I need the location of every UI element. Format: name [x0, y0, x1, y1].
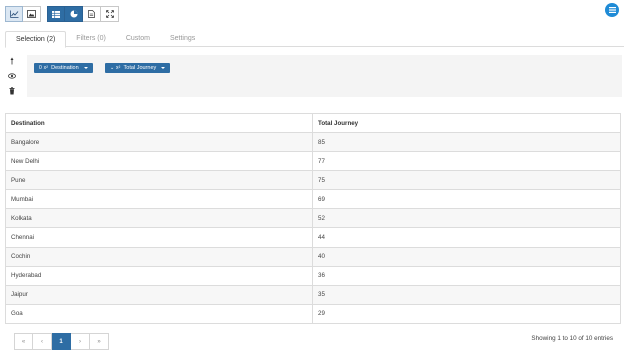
chip-destination-label: Destination: [51, 65, 79, 71]
table-row: New Delhi 77: [5, 151, 621, 172]
chevron-down-icon: [161, 67, 166, 69]
page-1-button[interactable]: 1: [52, 333, 71, 350]
table-view-button[interactable]: [47, 6, 65, 22]
data-table: Destination Total Journey Bangalore 85 Ne…: [5, 113, 621, 324]
chip-total-journey-label: Total Journey: [123, 65, 157, 71]
chip-destination[interactable]: 0 x² Destination: [34, 63, 93, 73]
toolbar: [5, 6, 119, 22]
cell-total-journey: 44: [312, 227, 621, 248]
document-icon: [88, 10, 95, 18]
chip-total-journey[interactable]: ⌄ x² Total Journey: [105, 63, 171, 73]
cell-destination: Mumbai: [5, 189, 313, 210]
pie-chart-icon: [70, 10, 77, 18]
table-icon: [52, 10, 60, 18]
menu-button[interactable]: [605, 3, 619, 17]
selection-actions: [8, 57, 16, 95]
tab-filters[interactable]: Filters (0): [66, 31, 116, 47]
pin-icon[interactable]: [8, 57, 16, 65]
table-row: Pune 75: [5, 170, 621, 191]
prev-page-button[interactable]: ‹: [33, 333, 52, 350]
image-icon: [27, 10, 36, 18]
cell-destination: New Delhi: [5, 151, 313, 172]
pagination: « ‹ 1 › »: [14, 333, 109, 350]
table-header-row: Destination Total Journey: [5, 113, 621, 133]
cell-total-journey: 40: [312, 246, 621, 267]
cell-total-journey: 69: [312, 189, 621, 210]
table-row: Cochin 40: [5, 246, 621, 267]
cell-total-journey: 35: [312, 284, 621, 305]
cell-destination: Jaipur: [5, 284, 313, 305]
table-row: Chennai 44: [5, 227, 621, 248]
document-button[interactable]: [83, 6, 101, 22]
image-button[interactable]: [23, 6, 41, 22]
first-page-button[interactable]: «: [14, 333, 33, 350]
chip-destination-prefix: 0 x²: [39, 65, 49, 71]
cell-destination: Chennai: [5, 227, 313, 248]
column-header-destination[interactable]: Destination: [5, 113, 313, 133]
cell-destination: Bangalore: [5, 131, 313, 153]
line-chart-icon: [9, 10, 18, 18]
column-header-total-journey[interactable]: Total Journey: [312, 113, 621, 133]
expand-icon: [105, 10, 114, 18]
table-row: Jaipur 35: [5, 284, 621, 305]
trash-icon[interactable]: [8, 87, 16, 95]
cell-destination: Goa: [5, 303, 313, 324]
cell-destination: Cochin: [5, 246, 313, 267]
table-row: Mumbai 69: [5, 189, 621, 210]
line-chart-button[interactable]: [5, 6, 23, 22]
cell-total-journey: 75: [312, 170, 621, 191]
tab-bar: Selection (2) Filters (0) Custom Setting…: [5, 31, 624, 48]
selection-area: 0 x² Destination ⌄ x² Total Journey: [27, 55, 622, 97]
cell-total-journey: 77: [312, 151, 621, 172]
pie-chart-button[interactable]: [65, 6, 83, 22]
expand-button[interactable]: [101, 6, 119, 22]
hamburger-menu-icon: [608, 7, 616, 13]
cell-total-journey: 36: [312, 265, 621, 286]
table-row: Bangalore 85: [5, 131, 621, 153]
eye-icon[interactable]: [8, 72, 16, 80]
tab-settings[interactable]: Settings: [160, 31, 205, 47]
entries-info: Showing 1 to 10 of 10 entries: [531, 335, 613, 342]
output-toggle-group: [47, 6, 119, 22]
last-page-button[interactable]: »: [90, 333, 109, 350]
chip-total-journey-prefix: ⌄ x²: [110, 65, 121, 71]
table-row: Hyderabad 36: [5, 265, 621, 286]
cell-destination: Kolkata: [5, 208, 313, 229]
cell-total-journey: 85: [312, 131, 621, 153]
table-row: Goa 29: [5, 303, 621, 324]
cell-total-journey: 52: [312, 208, 621, 229]
table-row: Kolkata 52: [5, 208, 621, 229]
next-page-button[interactable]: ›: [71, 333, 90, 350]
cell-destination: Hyderabad: [5, 265, 313, 286]
tab-custom[interactable]: Custom: [116, 31, 160, 47]
cell-destination: Pune: [5, 170, 313, 191]
tab-selection[interactable]: Selection (2): [5, 31, 67, 48]
chevron-down-icon: [83, 67, 88, 69]
cell-total-journey: 29: [312, 303, 621, 324]
view-toggle-group: [5, 6, 41, 22]
